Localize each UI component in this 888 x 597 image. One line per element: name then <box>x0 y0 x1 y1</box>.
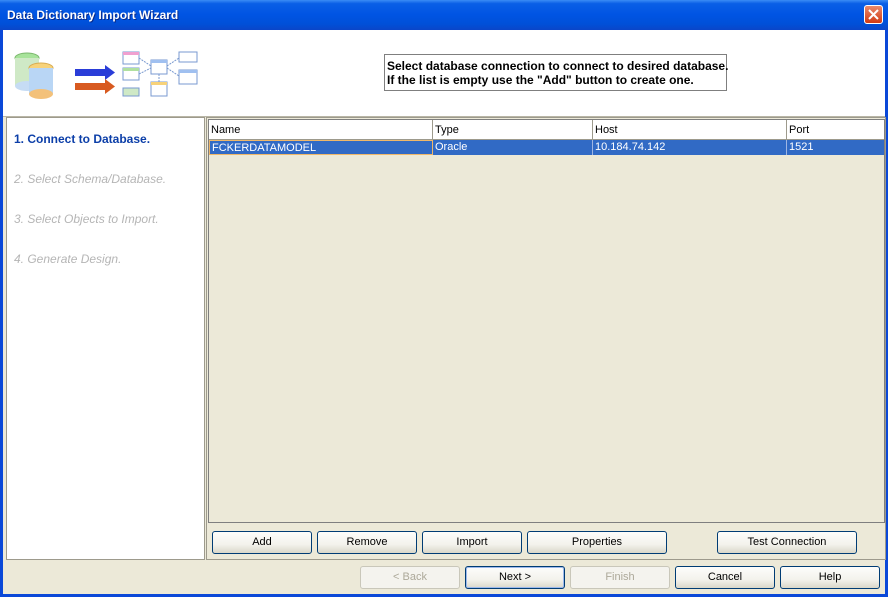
next-button[interactable]: Next > <box>465 566 565 589</box>
cell-port[interactable]: 1521 <box>787 140 884 155</box>
column-header-host[interactable]: Host <box>593 120 787 140</box>
database-import-logo-icon <box>14 51 198 99</box>
table-header: Name Type Host Port <box>209 120 884 140</box>
step-select-objects: 3. Select Objects to Import. <box>14 212 159 226</box>
step-generate-design: 4. Generate Design. <box>14 252 122 266</box>
wizard-window: Data Dictionary Import Wizard Select dat… <box>0 0 888 597</box>
cell-type[interactable]: Oracle <box>433 140 593 155</box>
connections-table[interactable]: Name Type Host Port FCKERDATAMODEL Oracl… <box>208 119 885 523</box>
close-button[interactable] <box>864 5 883 24</box>
column-header-port[interactable]: Port <box>787 120 884 140</box>
column-header-type[interactable]: Type <box>433 120 593 140</box>
instruction-line-1: Select database connection to connect to… <box>387 59 729 73</box>
instruction-box: Select database connection to connect to… <box>384 54 729 91</box>
test-connection-button[interactable]: Test Connection <box>717 531 857 554</box>
window-title: Data Dictionary Import Wizard <box>7 8 179 22</box>
connections-panel: Name Type Host Port FCKERDATAMODEL Oracl… <box>206 117 886 560</box>
add-button[interactable]: Add <box>212 531 312 554</box>
step-select-schema: 2. Select Schema/Database. <box>14 172 167 186</box>
import-button[interactable]: Import <box>422 531 522 554</box>
title-bar[interactable]: Data Dictionary Import Wizard <box>0 0 888 30</box>
column-header-name[interactable]: Name <box>209 120 433 140</box>
cancel-button[interactable]: Cancel <box>675 566 775 589</box>
wizard-footer: < Back Next > Finish Cancel Help <box>3 561 885 597</box>
cell-name[interactable]: FCKERDATAMODEL <box>209 140 433 155</box>
finish-button[interactable]: Finish <box>570 566 670 589</box>
remove-button[interactable]: Remove <box>317 531 417 554</box>
wizard-header: Select database connection to connect to… <box>3 30 885 117</box>
help-button[interactable]: Help <box>780 566 880 589</box>
properties-button[interactable]: Properties <box>527 531 667 554</box>
back-button[interactable]: < Back <box>360 566 460 589</box>
instruction-line-2: If the list is empty use the "Add" butto… <box>387 73 694 87</box>
cell-host[interactable]: 10.184.74.142 <box>593 140 787 155</box>
steps-sidebar: 1. Connect to Database. 2. Select Schema… <box>6 117 205 560</box>
step-connect-to-database: 1. Connect to Database. <box>14 132 151 146</box>
table-row[interactable]: FCKERDATAMODEL Oracle 10.184.74.142 1521 <box>209 140 884 155</box>
close-icon <box>868 9 879 20</box>
